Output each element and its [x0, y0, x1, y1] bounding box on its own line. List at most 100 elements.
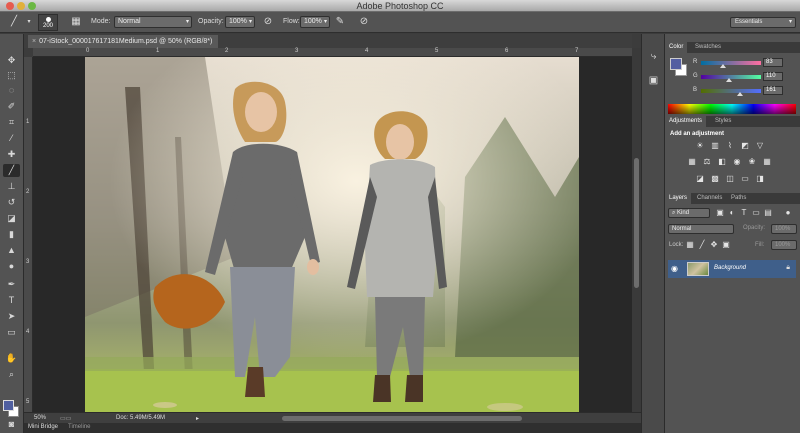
healing-brush-tool-icon[interactable]: ✚ — [3, 148, 20, 161]
zoom-level[interactable]: 50% — [34, 415, 46, 421]
mode-select[interactable]: Normal ▾ — [114, 16, 192, 28]
filter-toggle-icon[interactable]: ● — [783, 208, 793, 218]
photo-filter-icon[interactable]: ◉ — [732, 157, 742, 167]
layer-opacity-input[interactable]: 100% — [771, 224, 797, 234]
eyedropper-tool-icon[interactable]: ⁄ — [3, 132, 20, 145]
gradient-tool-icon[interactable]: ▮ — [3, 228, 20, 241]
brush-tool-icon[interactable]: ╱ — [3, 164, 20, 177]
vertical-scroll-thumb[interactable] — [634, 158, 639, 288]
lock-position-icon[interactable]: ✥ — [709, 240, 719, 250]
layer-row-background[interactable]: ◉ Background 🔒︎ — [668, 260, 796, 278]
foreground-color-swatch[interactable] — [3, 400, 14, 411]
levels-icon[interactable]: ▥ — [710, 141, 720, 151]
lock-transparency-icon[interactable]: ▦ — [685, 240, 695, 250]
tab-layers[interactable]: Layers — [665, 193, 692, 204]
filter-shape-icon[interactable]: ▭ — [751, 208, 761, 218]
flow-input[interactable]: 100% ▾ — [300, 16, 330, 28]
close-icon[interactable]: × — [32, 38, 36, 45]
layer-filter-select[interactable]: ⌕ Kind — [668, 208, 710, 218]
vertical-scrollbar[interactable] — [632, 48, 641, 412]
eye-icon[interactable]: ◉ — [671, 264, 678, 273]
filter-smart-object-icon[interactable]: ▤ — [763, 208, 773, 218]
path-selection-tool-icon[interactable]: ➤ — [3, 310, 20, 323]
green-slider-knob[interactable] — [726, 78, 732, 82]
tab-timeline[interactable]: Timeline — [68, 424, 90, 430]
selective-color-icon[interactable]: ◨ — [755, 174, 765, 184]
filter-pixel-icon[interactable]: ▣ — [715, 208, 725, 218]
properties-panel-icon[interactable]: ▣ — [646, 74, 661, 88]
history-panel-icon[interactable]: ⤷ — [646, 50, 661, 64]
document-tab[interactable]: × 07-iStock_000017617181Medium.psd @ 50% … — [28, 35, 218, 48]
color-balance-icon[interactable]: ⚖ — [702, 157, 712, 167]
blue-track[interactable] — [701, 89, 761, 93]
brush-panel-toggle-icon[interactable]: ▦ — [70, 16, 82, 28]
clone-stamp-tool-icon[interactable]: ⊥ — [3, 180, 20, 193]
lasso-tool-icon[interactable]: ◌ — [3, 84, 20, 97]
crop-tool-icon[interactable]: ⌗ — [3, 116, 20, 129]
vertical-ruler[interactable]: 1 2 3 4 5 — [24, 57, 33, 412]
hand-tool-icon[interactable]: ✋ — [3, 352, 20, 365]
blue-value-field[interactable]: 161 — [763, 86, 783, 95]
workspace-switcher[interactable]: Essentials ▾ — [730, 17, 796, 28]
tab-styles[interactable]: Styles — [711, 116, 735, 127]
move-tool-icon[interactable]: ✥ — [3, 54, 20, 67]
brush-size-picker[interactable]: 200 — [38, 14, 58, 31]
rectangle-tool-icon[interactable]: ▭ — [3, 326, 20, 339]
red-value-field[interactable]: 83 — [763, 58, 783, 67]
lock-all-icon[interactable]: ▣ — [721, 240, 731, 250]
threshold-icon[interactable]: ◫ — [725, 174, 735, 184]
fill-input[interactable]: 100% — [771, 240, 797, 250]
pressure-size-icon[interactable]: ⊘ — [358, 16, 370, 28]
horizontal-ruler[interactable]: 0 1 2 3 4 5 6 7 — [33, 48, 632, 57]
blue-slider-knob[interactable] — [737, 92, 743, 96]
brush-tool-preset-icon[interactable]: ╱ — [6, 16, 22, 28]
gradient-map-icon[interactable]: ▭ — [740, 174, 750, 184]
lock-pixels-icon[interactable]: ╱ — [697, 240, 707, 250]
exposure-icon[interactable]: ◩ — [740, 141, 750, 151]
document-photo[interactable] — [85, 57, 579, 412]
black-white-icon[interactable]: ◧ — [717, 157, 727, 167]
green-value-field[interactable]: 110 — [763, 72, 783, 81]
quick-selection-tool-icon[interactable]: ✐ — [3, 100, 20, 113]
pen-tool-icon[interactable]: ✒ — [3, 278, 20, 291]
status-menu-arrow-icon[interactable]: ▸ — [196, 415, 199, 422]
dodge-tool-icon[interactable]: ● — [3, 260, 20, 273]
tab-paths[interactable]: Paths — [727, 193, 750, 204]
opacity-input[interactable]: 100% ▾ — [225, 16, 255, 28]
history-brush-tool-icon[interactable]: ↺ — [3, 196, 20, 209]
type-tool-icon[interactable]: T — [3, 294, 20, 307]
red-track[interactable] — [701, 61, 761, 65]
blend-mode-select[interactable]: Normal — [668, 224, 734, 234]
status-toggle-icon[interactable]: ▭▭ — [60, 415, 71, 422]
filter-type-icon[interactable]: T — [739, 208, 749, 218]
pressure-opacity-icon[interactable]: ⊘ — [262, 16, 274, 28]
eraser-tool-icon[interactable]: ◪ — [3, 212, 20, 225]
channel-mixer-icon[interactable]: ❀ — [747, 157, 757, 167]
canvas-area[interactable] — [33, 57, 632, 412]
color-spectrum-ramp[interactable] — [668, 104, 796, 114]
brightness-contrast-icon[interactable]: ☀ — [695, 141, 705, 151]
tab-channels[interactable]: Channels — [693, 193, 726, 204]
airbrush-icon[interactable]: ✎ — [334, 16, 346, 28]
marquee-tool-icon[interactable]: ⬚ — [3, 69, 20, 82]
tab-color[interactable]: Color — [665, 42, 688, 53]
blur-tool-icon[interactable]: ▲ — [3, 244, 20, 257]
blue-channel-slider[interactable]: B 161 — [693, 86, 797, 96]
posterize-icon[interactable]: ▩ — [710, 174, 720, 184]
filter-adjustment-icon[interactable]: ◐ — [727, 208, 737, 218]
tab-swatches[interactable]: Swatches — [691, 42, 725, 53]
zoom-tool-icon[interactable]: ⌕ — [3, 368, 20, 381]
green-channel-slider[interactable]: G 110 — [693, 72, 797, 82]
hue-saturation-icon[interactable]: ▦ — [687, 157, 697, 167]
color-panel-foreground-swatch[interactable] — [670, 58, 682, 70]
vibrance-icon[interactable]: ▽ — [755, 141, 765, 151]
preset-dropdown-arrow-icon[interactable]: ▾ — [26, 16, 32, 28]
red-slider-knob[interactable] — [720, 64, 726, 68]
tab-mini-bridge[interactable]: Mini Bridge — [28, 424, 58, 430]
color-lookup-icon[interactable]: ▦ — [762, 157, 772, 167]
curves-icon[interactable]: ⌇ — [725, 141, 735, 151]
tab-adjustments[interactable]: Adjustments — [665, 116, 707, 127]
quick-mask-icon[interactable]: ◙ — [3, 418, 20, 431]
horizontal-scroll-thumb[interactable] — [282, 416, 522, 421]
invert-icon[interactable]: ◪ — [695, 174, 705, 184]
